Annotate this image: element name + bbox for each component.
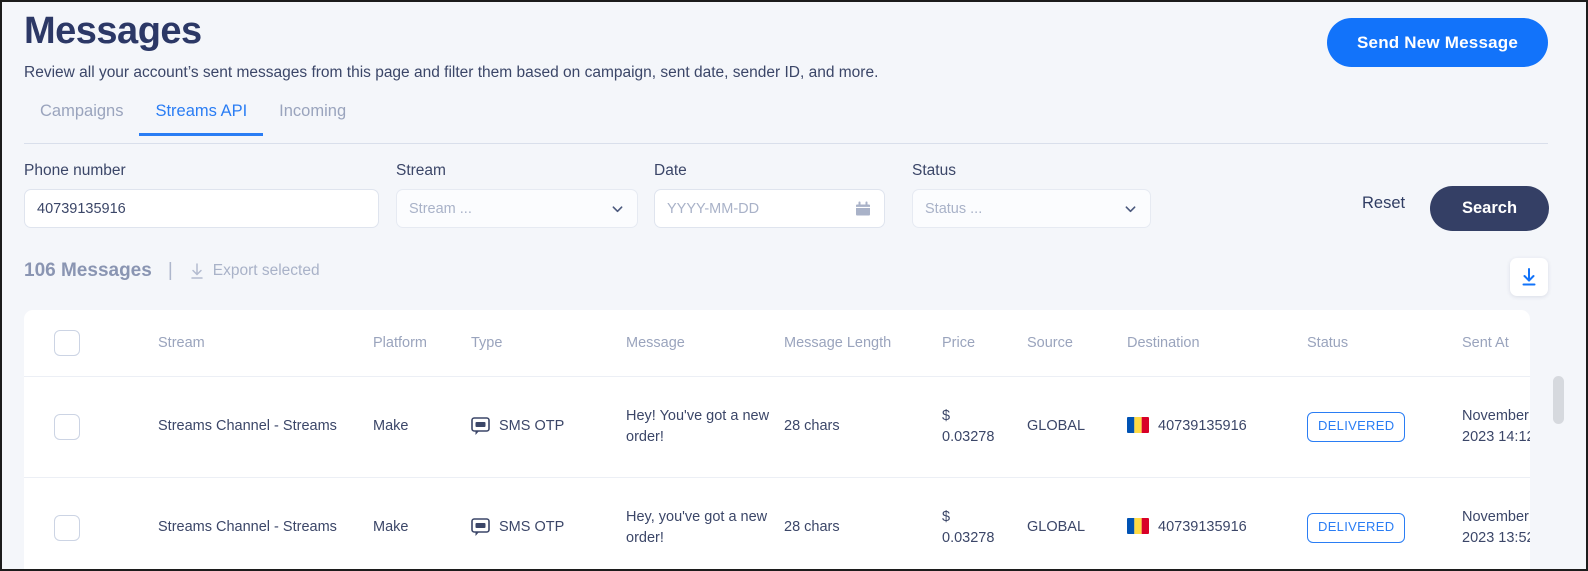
cell-price: $ 0.03278 (942, 477, 1027, 569)
summary-divider: | (167, 260, 173, 281)
cell-type: SMS OTP (471, 376, 626, 478)
send-new-message-button[interactable]: Send New Message (1327, 18, 1548, 67)
cell-message-length: 28 chars (784, 376, 942, 478)
cell-stream: Streams Channel - Streams (158, 477, 373, 569)
cell-price-amount: 0.03278 (942, 429, 995, 445)
cell-price-currency: $ (942, 407, 951, 424)
phone-number-input[interactable]: 40739135916 (24, 189, 379, 228)
page-title: Messages (24, 10, 202, 52)
column-header-source[interactable]: Source (1027, 310, 1127, 377)
messages-page: Messages Review all your account’s sent … (0, 0, 1588, 571)
row-select-cell (24, 477, 158, 569)
column-header-sent-at[interactable]: Sent At (1462, 310, 1530, 377)
row-checkbox[interactable] (54, 515, 80, 541)
column-header-message[interactable]: Message (626, 310, 784, 377)
summary-bar: 106 Messages | Export selected (24, 260, 320, 282)
date-placeholder: YYYY-MM-DD (667, 200, 760, 217)
table-row[interactable]: Streams Channel - Streams Make SMS OTP H… (24, 376, 1530, 478)
phone-number-label: Phone number (24, 162, 126, 179)
cell-type-label: SMS OTP (499, 418, 565, 435)
date-label: Date (654, 162, 687, 179)
cell-stream: Streams Channel - Streams (158, 376, 373, 478)
search-button[interactable]: Search (1430, 186, 1550, 231)
cell-sent-at: November 27, 2023 14:12 (1462, 376, 1530, 478)
column-header-message-length[interactable]: Message Length (784, 310, 942, 377)
stream-label: Stream (396, 162, 446, 179)
date-input[interactable]: YYYY-MM-DD (654, 189, 885, 228)
cell-price-currency: $ (942, 508, 951, 525)
cell-message: Hey, you've got a new order! (626, 477, 784, 569)
row-select-cell (24, 376, 158, 478)
sms-bubble-icon (471, 417, 490, 436)
cell-platform: Make (373, 376, 471, 478)
column-header-price[interactable]: Price (942, 310, 1027, 377)
message-count: 106 Messages (24, 260, 152, 281)
stream-field-group: Stream Stream ... (396, 162, 638, 228)
table-row[interactable]: Streams Channel - Streams Make SMS OTP H… (24, 477, 1530, 569)
column-header-type[interactable]: Type (471, 310, 626, 377)
tab-streams-api[interactable]: Streams API (139, 102, 263, 136)
table-scrollbar[interactable] (1553, 310, 1564, 569)
stream-placeholder: Stream ... (409, 200, 472, 217)
column-header-status[interactable]: Status (1307, 310, 1462, 377)
sms-bubble-icon (471, 518, 490, 537)
select-all-header (24, 310, 158, 377)
cell-type: SMS OTP (471, 477, 626, 569)
status-badge: DELIVERED (1307, 513, 1406, 543)
chevron-down-icon (1125, 205, 1136, 212)
cell-price: $ 0.03278 (942, 376, 1027, 478)
chevron-down-icon (612, 205, 623, 212)
cell-status: DELIVERED (1307, 477, 1462, 569)
cell-platform: Make (373, 477, 471, 569)
reset-button[interactable]: Reset (1362, 194, 1405, 213)
download-icon (1522, 267, 1536, 285)
cell-destination-number: 40739135916 (1158, 418, 1247, 435)
status-badge: DELIVERED (1307, 412, 1406, 442)
cell-status: DELIVERED (1307, 376, 1462, 478)
cell-message: Hey! You've got a new order! (626, 376, 784, 478)
download-button[interactable] (1510, 258, 1548, 296)
messages-table: Stream Platform Type Message Message Len… (24, 310, 1530, 569)
phone-number-field-group: Phone number 40739135916 (24, 162, 379, 228)
cell-source: GLOBAL (1027, 477, 1127, 569)
romania-flag-icon (1127, 518, 1149, 535)
table-header-row: Stream Platform Type Message Message Len… (24, 310, 1530, 377)
select-all-checkbox[interactable] (54, 330, 80, 356)
column-header-platform[interactable]: Platform (373, 310, 471, 377)
download-arrow-icon (191, 262, 203, 279)
status-label: Status (912, 162, 956, 179)
row-checkbox[interactable] (54, 414, 80, 440)
filter-bar: Phone number 40739135916 Stream Stream .… (24, 162, 1550, 232)
date-field-group: Date YYYY-MM-DD (654, 162, 885, 228)
cell-sent-at: November 27, 2023 13:52 (1462, 477, 1530, 569)
calendar-icon[interactable] (856, 201, 870, 216)
cell-source: GLOBAL (1027, 376, 1127, 478)
tab-campaigns[interactable]: Campaigns (24, 102, 139, 135)
cell-destination-number: 40739135916 (1158, 519, 1247, 536)
table-scrollbar-thumb[interactable] (1553, 376, 1564, 424)
cell-price-amount: 0.03278 (942, 530, 995, 546)
status-field-group: Status Status ... (912, 162, 1151, 228)
phone-number-value: 40739135916 (37, 200, 126, 217)
status-select[interactable]: Status ... (912, 189, 1151, 228)
page-subtitle: Review all your account’s sent messages … (24, 63, 879, 81)
column-header-destination[interactable]: Destination (1127, 310, 1307, 377)
column-header-stream[interactable]: Stream (158, 310, 373, 377)
cell-destination: 40739135916 (1127, 477, 1307, 569)
cell-message-length: 28 chars (784, 477, 942, 569)
cell-type-label: SMS OTP (499, 519, 565, 536)
stream-select[interactable]: Stream ... (396, 189, 638, 228)
status-placeholder: Status ... (925, 200, 983, 217)
messages-table-card: Stream Platform Type Message Message Len… (24, 310, 1530, 569)
export-selected-label: Export selected (212, 262, 320, 279)
tab-incoming[interactable]: Incoming (263, 102, 362, 135)
romania-flag-icon (1127, 417, 1149, 434)
cell-destination: 40739135916 (1127, 376, 1307, 478)
tab-bar: Campaigns Streams API Incoming (24, 102, 1548, 144)
export-selected-button[interactable]: Export selected (189, 262, 320, 280)
